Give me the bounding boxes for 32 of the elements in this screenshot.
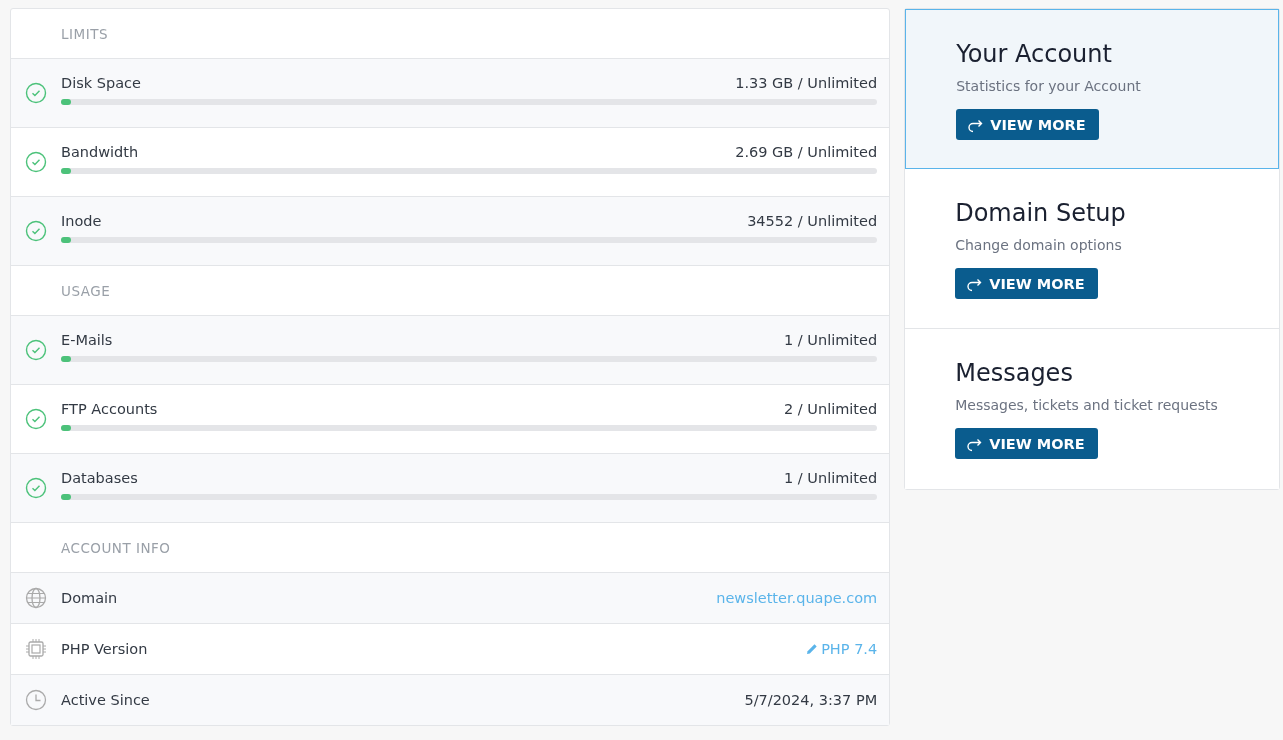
info-label: Domain (61, 590, 119, 606)
stat-value: 1 / Unlimited (784, 332, 878, 348)
view-more-button[interactable]: VIEW MORE (956, 109, 1099, 140)
stat-value: 1 / Unlimited (784, 470, 878, 486)
view-more-button[interactable]: VIEW MORE (955, 428, 1098, 459)
section-heading: ACCOUNT INFO (61, 539, 171, 556)
card-subtitle: Messages, tickets and ticket requests (955, 397, 1219, 413)
stat-label: Bandwidth (61, 144, 139, 160)
card-subtitle: Change domain options (955, 237, 1123, 253)
pencil-icon (806, 643, 819, 655)
info-label: PHP Version (61, 641, 149, 657)
info-label: Active Since (61, 692, 151, 708)
section-heading: LIMITS (61, 25, 108, 42)
card-subtitle: Statistics for your Account (956, 78, 1142, 94)
view-more-button[interactable]: VIEW MORE (955, 268, 1098, 299)
section-heading: USAGE (61, 282, 111, 299)
chip-icon (25, 638, 47, 660)
info-value: 5/7/2024, 3:37 PM (744, 692, 878, 708)
stat-label: E-Mails (61, 332, 113, 348)
card-title: Messages (955, 359, 1074, 387)
stat-value: 34552 / Unlimited (747, 213, 878, 229)
stat-label: Disk Space (61, 75, 141, 91)
stat-value: 2.69 GB / Unlimited (735, 144, 878, 160)
stat-label: FTP Accounts (61, 401, 158, 417)
clock-icon (25, 689, 47, 711)
stat-value: 2 / Unlimited (784, 401, 878, 417)
globe-icon (25, 587, 47, 609)
card-title: Domain Setup (955, 199, 1127, 227)
stat-label: Inode (61, 213, 102, 229)
stat-value: 1.33 GB / Unlimited (735, 75, 878, 91)
stat-label: Databases (61, 470, 138, 486)
card-title: Your Account (956, 40, 1113, 68)
